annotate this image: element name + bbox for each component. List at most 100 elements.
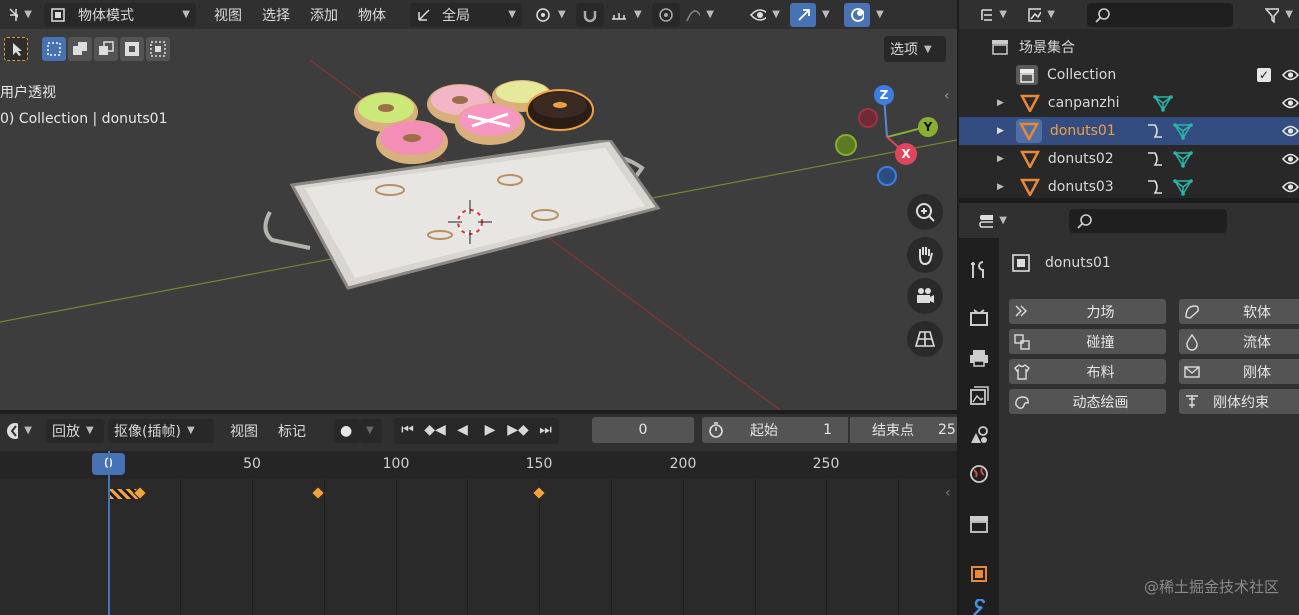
options-dropdown[interactable]: 选项 ▼ [884, 36, 946, 62]
snap-target-dropdown[interactable]: ▼ [604, 3, 648, 27]
filter-dropdown[interactable]: ▼ [1259, 3, 1299, 27]
proportional-edit-toggle[interactable] [652, 2, 680, 27]
menu-select[interactable]: 选择 [252, 3, 300, 27]
auto-keying-toggle[interactable]: ● [334, 418, 360, 443]
eye-icon[interactable] [1282, 153, 1299, 165]
snap-toggle[interactable] [576, 2, 604, 27]
gizmo-x-axis[interactable]: X [895, 143, 917, 165]
outliner-row-donuts03[interactable]: ▶ donuts03 [959, 173, 1299, 201]
keyframe[interactable] [310, 485, 326, 501]
eye-icon[interactable] [1282, 97, 1299, 109]
jump-start-button[interactable]: ⏮ [394, 418, 421, 442]
expand-arrow-icon[interactable]: ▶ [997, 154, 1004, 164]
physics-force-field-button[interactable]: 力场 [1009, 299, 1166, 324]
gizmo-neg-x-axis[interactable] [858, 108, 878, 128]
tab-modifiers[interactable] [967, 598, 991, 615]
animation-data-icon[interactable] [1145, 122, 1165, 140]
eye-icon[interactable] [1282, 181, 1299, 193]
auto-keying-options-dropdown[interactable]: ▼ [360, 418, 382, 443]
timeline-keyframe-area[interactable]: ‹ [0, 451, 957, 615]
animation-data-icon[interactable] [1145, 150, 1165, 168]
gizmo-z-axis[interactable]: Z [874, 85, 894, 105]
gizmo-toggle[interactable] [790, 2, 816, 27]
expand-arrow-icon[interactable]: ▶ [997, 98, 1004, 108]
outliner-editor-type-dropdown[interactable]: ▼ [973, 3, 1013, 27]
select-mode-difference-button[interactable] [120, 37, 144, 61]
tab-render[interactable] [967, 306, 991, 330]
physics-soft-body-button[interactable]: 软体 [1179, 299, 1299, 324]
3d-viewport[interactable]: ▼ 物体模式 ▼ 视图 选择 添加 物体 全局 ▼ ▼ ▼ ▼ ▼ ▼ ▼ 选项… [0, 0, 957, 410]
outliner-row-collection[interactable]: Collection ✓ [959, 61, 1299, 89]
mesh-data-icon[interactable] [1173, 178, 1193, 196]
tab-world[interactable] [967, 462, 991, 486]
frame-start-field[interactable]: 起始 1 [730, 417, 848, 443]
tab-collection[interactable] [967, 512, 991, 536]
physics-rigid-body-constraint-button[interactable]: 刚体约束 [1179, 389, 1299, 414]
select-mode-intersect-button[interactable] [146, 37, 170, 61]
timeline-frame-ruler[interactable]: 0 50 100 150 200 250 [0, 451, 957, 479]
gizmo-y-axis[interactable]: Y [918, 117, 938, 137]
timeline-editor-type-dropdown[interactable]: ▼ [0, 419, 38, 443]
outliner-search-input[interactable] [1087, 2, 1233, 27]
outliner-row-donuts01[interactable]: ▶ donuts01 [959, 117, 1299, 145]
current-frame-field[interactable]: 0 [592, 417, 694, 443]
menu-object[interactable]: 物体 [348, 3, 396, 27]
navigation-gizmo[interactable]: Z Y X [830, 82, 950, 192]
timeline-menu-view[interactable]: 视图 [220, 419, 268, 443]
gizmo-neg-y-axis[interactable] [835, 134, 857, 156]
mesh-data-icon[interactable] [1173, 150, 1193, 168]
ortho-toggle-button[interactable] [907, 321, 943, 357]
camera-view-button[interactable] [907, 278, 943, 314]
properties-editor-type-dropdown[interactable]: ▼ [973, 209, 1013, 233]
play-button[interactable]: ▶ [476, 418, 504, 442]
tab-scene[interactable] [967, 422, 991, 446]
menu-view[interactable]: 视图 [204, 3, 252, 27]
expand-arrow-icon[interactable]: ▶ [997, 182, 1004, 192]
pivot-point-dropdown[interactable]: ▼ [528, 3, 572, 27]
sidebar-toggle-icon[interactable]: ‹ [945, 485, 951, 501]
keyframe[interactable] [531, 485, 547, 501]
use-preview-range-toggle[interactable] [702, 417, 730, 443]
animation-data-icon[interactable] [1145, 178, 1165, 196]
tab-view-layer[interactable] [967, 384, 991, 408]
mesh-data-icon[interactable] [1173, 122, 1193, 140]
keying-dropdown[interactable]: 抠像(插帧) ▼ [108, 418, 214, 443]
outliner-row-scene-collection[interactable]: 场景集合 [959, 33, 1299, 61]
select-mode-extend-button[interactable] [68, 37, 92, 61]
playback-dropdown[interactable]: 回放 ▼ [46, 418, 104, 443]
zoom-button[interactable] [907, 194, 943, 230]
select-mode-new-button[interactable] [42, 37, 66, 61]
expand-arrow-icon[interactable]: ▶ [997, 126, 1004, 136]
eye-icon[interactable] [1282, 69, 1299, 81]
select-mode-subtract-button[interactable] [94, 37, 118, 61]
collection-checkbox[interactable]: ✓ [1257, 68, 1271, 82]
overlays-dropdown-chevron-icon[interactable]: ▼ [876, 9, 888, 20]
eye-icon[interactable] [1282, 125, 1299, 137]
mode-dropdown[interactable]: 物体模式 ▼ [44, 2, 196, 27]
jump-end-button[interactable]: ⏭ [532, 418, 559, 442]
properties-search-input[interactable] [1069, 208, 1227, 233]
tab-object[interactable] [967, 562, 991, 586]
visibility-dropdown[interactable]: ▼ [744, 3, 786, 27]
physics-cloth-button[interactable]: 布料 [1009, 359, 1166, 384]
physics-fluid-button[interactable]: 流体 [1179, 329, 1299, 354]
prev-keyframe-button[interactable]: ◆◀ [421, 418, 449, 442]
physics-dynamic-paint-button[interactable]: 动态绘画 [1009, 389, 1166, 414]
next-keyframe-button[interactable]: ▶◆ [504, 418, 532, 442]
frame-end-field[interactable]: 结束点 25 [850, 417, 957, 443]
editor-type-dropdown[interactable]: ▼ [2, 3, 38, 27]
display-mode-dropdown[interactable]: ▼ [1021, 3, 1061, 27]
tab-output[interactable] [967, 346, 991, 370]
outliner-row-canpanzhi[interactable]: ▶ canpanzhi [959, 89, 1299, 117]
falloff-dropdown[interactable]: ▼ [680, 3, 720, 27]
transform-orientation-dropdown[interactable]: 全局 ▼ [410, 2, 522, 27]
timeline-menu-marker[interactable]: 标记 [268, 419, 316, 443]
outliner-row-donuts02[interactable]: ▶ donuts02 [959, 145, 1299, 173]
menu-add[interactable]: 添加 [300, 3, 348, 27]
gizmo-neg-z-axis[interactable] [877, 166, 897, 186]
play-reverse-button[interactable]: ◀ [449, 418, 476, 442]
select-tool-button[interactable] [4, 37, 28, 61]
physics-rigid-body-button[interactable]: 刚体 [1179, 359, 1299, 384]
mesh-data-icon[interactable] [1153, 94, 1173, 112]
gizmo-dropdown-chevron-icon[interactable]: ▼ [822, 9, 834, 20]
